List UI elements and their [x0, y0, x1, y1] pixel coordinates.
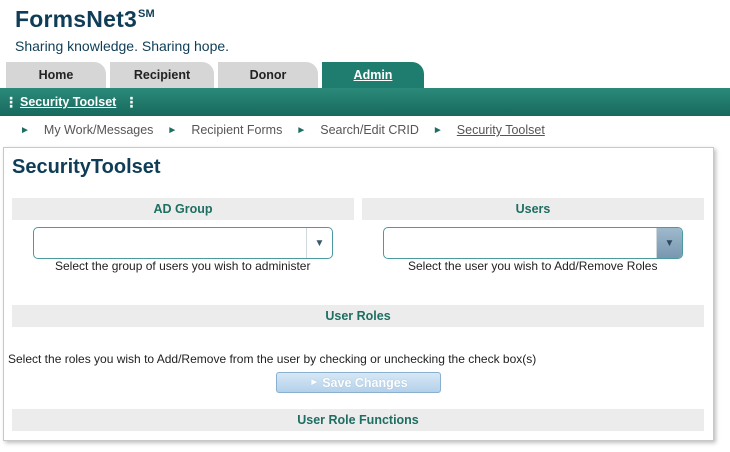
- save-changes-button[interactable]: ► Save Changes: [276, 372, 441, 393]
- app-tagline: Sharing knowledge. Sharing hope.: [15, 38, 230, 54]
- tab-home[interactable]: Home: [6, 62, 106, 88]
- user-roles-instructions: Select the roles you wish to Add/Remove …: [8, 352, 537, 366]
- content-panel: [3, 147, 714, 441]
- vertical-dots-icon: ⋮: [4, 94, 18, 110]
- tab-recipient[interactable]: Recipient: [110, 62, 214, 88]
- chevron-down-icon[interactable]: ▼: [306, 228, 332, 258]
- save-changes-label: Save Changes: [322, 375, 408, 390]
- arrow-right-icon: ►: [20, 124, 30, 136]
- breadcrumb: ► My Work/Messages ► Recipient Forms ► S…: [20, 123, 559, 137]
- page-title: SecurityToolset: [12, 156, 161, 178]
- ad-group-select[interactable]: ▼: [33, 227, 333, 259]
- breadcrumb-recipient-forms[interactable]: Recipient Forms: [191, 123, 282, 137]
- chevron-down-icon[interactable]: ▼: [656, 228, 682, 258]
- arrow-right-icon: ►: [167, 124, 178, 136]
- arrow-right-icon: ►: [296, 124, 307, 136]
- users-header: Users: [362, 198, 704, 220]
- service-mark: SM: [137, 8, 155, 20]
- vertical-dots-icon: ⋮: [124, 94, 139, 110]
- security-toolset-link[interactable]: Security Toolset: [20, 95, 116, 109]
- breadcrumb-my-work-messages[interactable]: My Work/Messages: [44, 123, 154, 137]
- ad-group-hint: Select the group of users you wish to ad…: [55, 259, 311, 273]
- breadcrumb-security-toolset[interactable]: Security Toolset: [457, 123, 545, 137]
- app-logo: FormsNet3SM: [15, 6, 155, 33]
- user-roles-header: User Roles: [12, 305, 704, 327]
- app-title: FormsNet3SM: [15, 6, 155, 32]
- tab-donor[interactable]: Donor: [218, 62, 318, 88]
- main-tabs: Home Recipient Donor Admin: [6, 62, 428, 88]
- arrow-right-icon: ►: [432, 124, 443, 136]
- users-hint: Select the user you wish to Add/Remove R…: [408, 259, 658, 273]
- tab-admin[interactable]: Admin: [322, 62, 424, 88]
- ad-group-header: AD Group: [12, 198, 354, 220]
- play-icon: ►: [309, 377, 320, 388]
- users-select[interactable]: ▼: [383, 227, 683, 259]
- breadcrumb-search-edit-crid[interactable]: Search/Edit CRID: [320, 123, 419, 137]
- user-role-functions-header: User Role Functions: [12, 409, 704, 431]
- sub-nav-bar: ⋮ Security Toolset ⋮: [0, 88, 730, 116]
